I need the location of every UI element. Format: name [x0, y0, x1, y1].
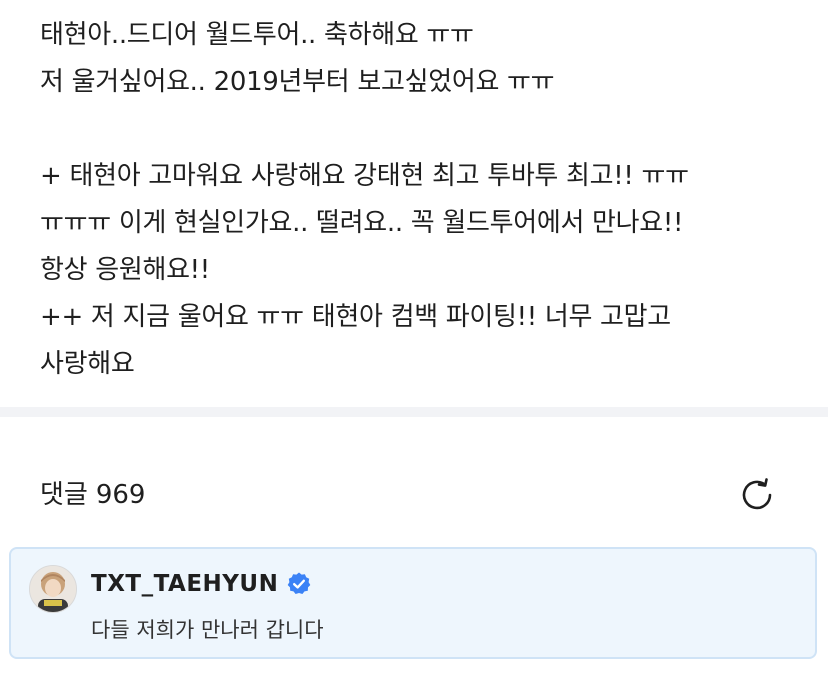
comments-header: 댓글 969	[40, 472, 788, 518]
post-line: 사랑해요	[40, 349, 135, 379]
author-name[interactable]: TXT_TAEHYUN	[91, 571, 278, 597]
author-row: TXT_TAEHYUN	[91, 567, 312, 601]
pinned-comment[interactable]: TXT_TAEHYUN 다들 저희가 만나러 갑니다	[9, 547, 817, 659]
post-line: 저 울거싶어요.. 2019년부터 보고싶었어요 ㅠㅠ	[40, 67, 555, 97]
refresh-icon	[742, 478, 772, 510]
post-page: 태현아..드디어 월드투어.. 축하해요 ㅠㅠ 저 울거싶어요.. 2019년부…	[0, 0, 828, 677]
post-line: + 태현아 고마워요 사랑해요 강태현 최고 투바투 최고!! ㅠㅠ	[40, 161, 689, 191]
avatar-image	[30, 566, 76, 612]
comments-label: 댓글	[40, 480, 88, 510]
post-line: 태현아..드디어 월드투어.. 축하해요 ㅠㅠ	[40, 20, 474, 50]
refresh-button[interactable]	[734, 472, 780, 518]
verified-badge-icon	[286, 571, 312, 597]
comment-text: 다들 저희가 만나러 갑니다	[91, 618, 324, 642]
post-line: ㅠㅠㅠ 이게 현실인가요.. 떨려요.. 꼭 월드투어에서 만나요!!	[40, 208, 684, 238]
avatar[interactable]	[29, 565, 77, 613]
post-line: ++ 저 지금 울어요 ㅠㅠ 태현아 컴백 파이팅!! 너무 고맙고	[40, 302, 671, 332]
post-line: 항상 응원해요!!	[40, 255, 210, 285]
comments-count: 969	[95, 480, 146, 510]
comments-title: 댓글 969	[40, 478, 145, 512]
section-divider	[0, 407, 828, 417]
post-body: 태현아..드디어 월드투어.. 축하해요 ㅠㅠ 저 울거싶어요.. 2019년부…	[40, 12, 810, 388]
